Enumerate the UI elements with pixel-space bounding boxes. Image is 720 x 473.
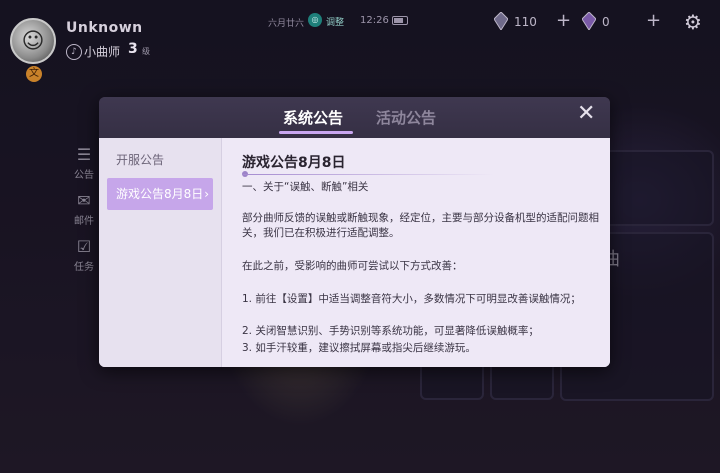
add-currency-1-button[interactable]: + — [556, 10, 571, 31]
announcement-item-launch[interactable]: 开服公告 — [107, 144, 213, 176]
rank-label: 小曲师 — [84, 45, 121, 59]
announcement-item-aug8[interactable]: 游戏公告8月8日 › — [107, 178, 213, 210]
avatar[interactable]: ☺ — [10, 18, 56, 64]
clock: 12:26 — [360, 15, 389, 26]
gear-icon[interactable]: ⚙ — [684, 10, 702, 34]
currency-2-value: 0 — [602, 15, 610, 29]
chevron-right-icon: › — [204, 187, 209, 201]
announcement-list: 开服公告 游戏公告8月8日 › — [99, 138, 221, 367]
date-label: 六月廿六 — [268, 19, 305, 29]
active-tab-underline — [279, 131, 353, 134]
tab-event-announcement[interactable]: 活动公告 — [376, 107, 436, 128]
tip-item-1: 1. 前往【设置】中适当调整音符大小，多数情况下可明显改善误触情况； — [242, 293, 581, 305]
crystal-icon — [494, 12, 508, 30]
rank-unit: 级 — [142, 47, 150, 56]
rank-value: 3 — [128, 41, 138, 57]
title-rule — [242, 174, 494, 175]
rank-icon: ♪ — [66, 44, 82, 60]
announcement-modal: 系统公告 活动公告 ✕ 开服公告 游戏公告8月8日 › 游戏公告8月8日 一、关… — [99, 97, 610, 367]
gem-icon — [582, 12, 596, 30]
battery-icon — [392, 16, 408, 25]
avatar-face-icon: ☺ — [21, 28, 45, 54]
modal-header: 系统公告 活动公告 ✕ — [99, 97, 610, 138]
announcement-item-label: 开服公告 — [116, 153, 165, 167]
section-heading: 一、关于“误触、断触”相关 — [242, 181, 369, 193]
modal-body: 开服公告 游戏公告8月8日 › 游戏公告8月8日 一、关于“误触、断触”相关 部… — [99, 138, 610, 367]
level-badge: 文 — [26, 66, 42, 82]
tip-item-3: 3. 如手汗较重，建议擦拭屏幕或指尖后继续游玩。 — [242, 342, 476, 354]
paragraph-2: 在此之前，受影响的曲师可尝试以下方式改善： — [242, 260, 463, 272]
tab-system-announcement[interactable]: 系统公告 — [283, 107, 343, 128]
tip-item-2: 2. 关闭智慧识别、手势识别等系统功能，可显著降低误触概率； — [242, 325, 539, 337]
network-icon: ◎ — [308, 13, 322, 27]
announcement-item-label: 游戏公告8月8日 — [116, 187, 204, 201]
paragraph-1: 部分曲师反馈的误触或断触现象，经定位，主要与部分设备机型的适配问题相关，我们已在… — [242, 212, 599, 239]
currency-1-value: 110 — [514, 15, 537, 29]
username: Unknown — [66, 20, 143, 36]
announcement-title: 游戏公告8月8日 — [242, 155, 346, 171]
announcement-content[interactable]: 游戏公告8月8日 一、关于“误触、断触”相关 部分曲师反馈的误触或断触现象，经定… — [222, 138, 610, 367]
close-icon[interactable]: ✕ — [577, 103, 595, 125]
add-currency-2-button[interactable]: + — [646, 10, 661, 31]
network-label: 调整 — [326, 18, 345, 28]
